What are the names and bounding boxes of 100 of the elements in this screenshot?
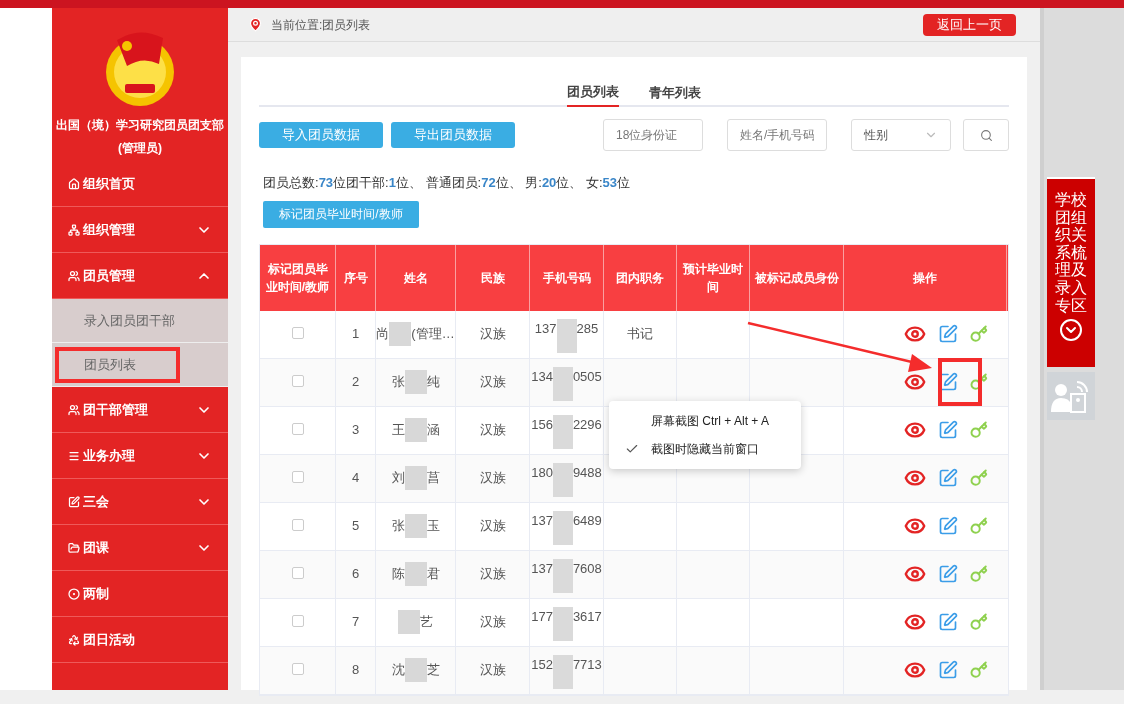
row-number: 8 [351,661,360,680]
phone-text: 180 [531,463,553,482]
row-number: 7 [351,613,360,632]
column-header: 被标记成员身份 [754,269,839,287]
key-icon[interactable] [969,373,988,391]
back-button[interactable]: 返回上一页 [923,13,1016,36]
menu-item[interactable]: 三会 [52,479,228,525]
checkmark-icon [625,442,639,456]
ethnicity-text: 汉族 [479,565,506,584]
id-field[interactable]: 18位身份证 [603,119,703,151]
menu-item[interactable]: 业务办理 [52,433,228,479]
edit-icon[interactable] [937,564,958,584]
role-text: 书记 [627,325,653,344]
phone-text: 177 [531,607,553,626]
menu-item[interactable]: 团日活动 [52,617,228,663]
toolbar-button[interactable]: 导入团员数据 [259,122,383,148]
phone-text: 7608 [572,559,602,578]
role-label: (管理员) [118,140,162,157]
edit-icon[interactable] [937,324,958,344]
column-header: 序号 [343,269,368,287]
column-header: 姓名 [403,269,428,287]
view-icon[interactable] [903,563,926,585]
column-header: 民族 [480,269,505,287]
view-icon[interactable] [903,323,926,345]
edit-icon[interactable] [937,612,958,632]
folder-icon [68,541,80,554]
users-icon [68,269,80,282]
mark-button[interactable]: 标记团员毕业时间/教师 [263,200,419,228]
ethnicity-text: 汉族 [479,469,506,488]
key-icon[interactable] [969,613,988,631]
phone-text: 9488 [572,463,602,482]
tab[interactable]: 团员列表 [567,79,619,107]
redaction-blur [552,414,573,449]
key-icon[interactable] [969,565,988,583]
edit-icon[interactable] [937,660,958,680]
key-icon[interactable] [969,661,988,679]
dropdown-circle-icon[interactable] [1059,318,1083,343]
key-icon[interactable] [969,469,988,487]
name-text: 艺 [420,613,433,632]
name-text: 张 [391,517,405,536]
row-checkbox[interactable] [291,518,304,531]
row-checkbox[interactable] [291,374,304,387]
redaction-blur [552,462,573,497]
toolbar-button[interactable]: 导出团员数据 [391,122,515,148]
tab[interactable]: 青年列表 [649,79,701,107]
redaction-blur [552,366,573,401]
side-panel-title: 学校团组织关系梳理及录入专区 [1055,191,1087,315]
view-icon[interactable] [903,371,926,393]
row-checkbox[interactable] [291,662,304,675]
view-icon[interactable] [903,419,926,441]
row-checkbox[interactable] [291,326,304,339]
name-text: 芝 [426,661,440,680]
phone-text: 152 [531,655,553,674]
row-checkbox[interactable] [291,614,304,627]
row-number: 4 [351,469,360,488]
name-field[interactable]: 姓名/手机号码 [727,119,827,151]
gender-select[interactable]: 性别 [851,119,951,151]
row-checkbox[interactable] [291,470,304,483]
menu-item[interactable]: 组织首页 [52,161,228,207]
submenu-item[interactable]: 录入团员团干部 [52,299,228,343]
redaction-blur [552,654,573,689]
name-text: 陈 [391,565,405,584]
redaction-blur [556,318,577,353]
org-title: 出国（境）学习研究团员团支部 [56,117,224,134]
phone-text: 6489 [572,511,602,530]
side-panel[interactable]: 学校团组织关系梳理及录入专区 [1047,177,1095,367]
help-tile[interactable] [1047,372,1095,420]
name-text: 尚 [376,325,390,344]
ethnicity-text: 汉族 [479,373,506,392]
key-icon[interactable] [969,325,988,343]
context-menu-item[interactable]: 屏幕截图 Ctrl + Alt + A [609,407,801,435]
phone-text: 7713 [572,655,602,674]
menu-item[interactable]: 团干部管理 [52,387,228,433]
row-number: 1 [351,325,360,344]
sitemap-icon [68,223,80,236]
row-checkbox[interactable] [291,422,304,435]
edit-icon [68,495,80,508]
home-icon [68,177,80,190]
edit-icon[interactable] [937,516,958,536]
row-number: 3 [351,421,360,440]
view-icon[interactable] [903,467,926,489]
presenter-icon[interactable] [1051,378,1091,414]
search-icon [979,128,993,142]
location-pin-icon [248,17,263,32]
view-icon[interactable] [903,611,926,633]
edit-icon[interactable] [937,468,958,488]
view-icon[interactable] [903,659,926,681]
context-menu-item[interactable]: 截图时隐藏当前窗口 [609,435,801,463]
view-icon[interactable] [903,515,926,537]
phone-text: 0505 [572,367,602,386]
menu-icon [68,449,80,462]
search-button[interactable] [963,119,1009,151]
key-icon[interactable] [969,517,988,535]
phone-text: 137 [531,511,553,530]
row-checkbox[interactable] [291,566,304,579]
menu-item[interactable]: 两制 [52,571,228,617]
edit-icon[interactable] [937,420,958,440]
menu-item[interactable]: 团课 [52,525,228,571]
menu-item[interactable]: 组织管理 [52,207,228,253]
key-icon[interactable] [969,421,988,439]
